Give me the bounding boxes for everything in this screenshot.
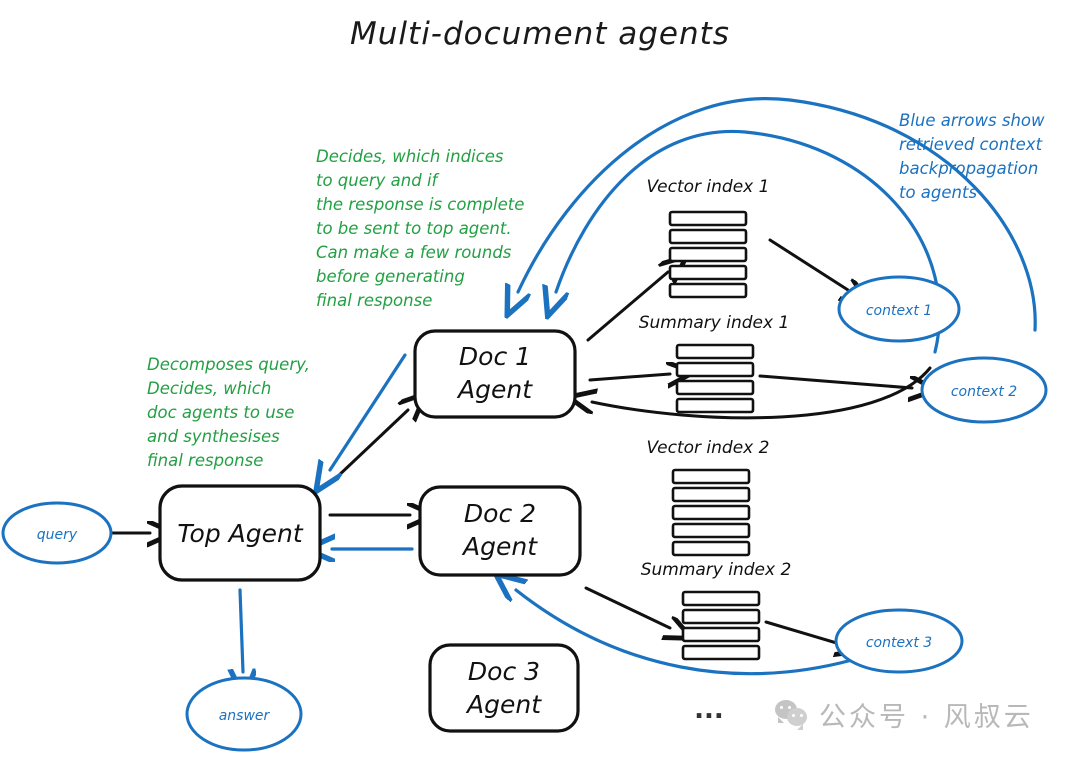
arrow-summary-index-2-to-context-3	[764, 620, 840, 644]
doc-agent-note-line-6: final response	[316, 291, 432, 310]
context-3-node[interactable]: context 3	[834, 608, 964, 674]
doc-2-agent-node[interactable]: Doc 2 Agent	[418, 485, 582, 577]
summary-index-2-label: Summary index 2	[641, 560, 792, 580]
answer-node[interactable]: answer	[185, 676, 303, 752]
top-agent-note-line-4: final response	[147, 451, 263, 470]
doc-3-agent-label-line2: Agent	[465, 690, 542, 719]
vector-index-1-node[interactable]: Vector index 1	[647, 177, 770, 299]
doc-agent-note-line-1: to query and if	[316, 171, 440, 190]
diagram-svg: Multi-document agents query answer conte…	[1, 16, 1048, 752]
watermark-text: 公众号 · 风叔云	[819, 702, 1034, 733]
vector-index-1-bars	[668, 210, 748, 299]
answer-label: answer	[219, 708, 271, 724]
doc-1-agent-label-line1: Doc 1	[459, 342, 531, 371]
doc-1-agent-node[interactable]: Doc 1 Agent	[413, 329, 577, 419]
blue-legend-line-0: Blue arrows show	[899, 111, 1045, 130]
arrow-vector-index-1-to-context-1	[768, 238, 848, 290]
context-2-label: context 2	[951, 384, 1017, 400]
watermark: 公众号 · 风叔云	[775, 695, 1034, 734]
vector-index-1-label: Vector index 1	[647, 177, 770, 197]
top-agent-note-line-2: doc agents to use	[147, 403, 294, 422]
top-agent-node[interactable]: Top Agent	[158, 484, 322, 582]
doc-2-agent-label-line2: Agent	[461, 532, 538, 561]
doc-3-agent-node[interactable]: Doc 3 Agent	[428, 643, 580, 733]
arrow-doc1-agent-to-top-agent	[330, 353, 407, 470]
doc-agent-note: Decides, which indices to query and if t…	[316, 147, 524, 310]
top-agent-note-line-0: Decomposes query,	[147, 355, 310, 374]
arrow-summary-index-1-to-context-2	[758, 374, 912, 388]
ellipsis-label: ...	[694, 695, 724, 725]
doc-3-agent-label-line1: Doc 3	[468, 657, 540, 686]
vector-index-2-bars	[671, 468, 751, 557]
doc-agent-note-line-3: to be sent to top agent.	[316, 219, 512, 238]
diagram-canvas: Multi-document agents query answer conte…	[0, 0, 1080, 764]
arrow-top-agent-to-answer	[240, 588, 243, 672]
top-agent-note-line-3: and synthesises	[147, 427, 280, 446]
summary-index-2-node[interactable]: Summary index 2	[641, 560, 792, 661]
summary-index-1-node[interactable]: Summary index 1	[639, 313, 790, 414]
vector-index-2-node[interactable]: Vector index 2	[647, 438, 770, 557]
wechat-icon	[775, 699, 809, 730]
page-title: Multi-document agents	[350, 16, 730, 52]
blue-legend-line-3: to agents	[899, 183, 977, 202]
blue-arrow-legend: Blue arrows show retrieved context backp…	[899, 111, 1045, 202]
doc-agent-note-line-4: Can make a few rounds	[316, 243, 512, 262]
top-agent-label: Top Agent	[177, 519, 303, 548]
summary-index-1-bars	[675, 343, 755, 414]
context-2-node[interactable]: context 2	[920, 356, 1048, 424]
top-agent-note-line-1: Decides, which	[147, 379, 271, 398]
query-label: query	[37, 527, 78, 543]
blue-legend-line-1: retrieved context	[899, 135, 1043, 154]
blue-legend-line-2: backpropagation	[899, 159, 1038, 178]
doc-agent-note-line-2: the response is complete	[316, 195, 524, 214]
context-3-label: context 3	[866, 635, 932, 651]
top-agent-note: Decomposes query, Decides, which doc age…	[147, 355, 310, 470]
arrow-doc2-agent-to-summary-index-2	[584, 586, 670, 628]
vector-index-2-label: Vector index 2	[647, 438, 770, 458]
context-1-node[interactable]: context 1	[837, 275, 961, 343]
doc-agent-note-line-0: Decides, which indices	[316, 147, 504, 166]
arrow-doc1-agent-to-summary-index-1	[588, 374, 670, 380]
doc-1-agent-label-line2: Agent	[456, 375, 533, 404]
doc-agent-note-line-5: before generating	[316, 267, 465, 286]
query-node[interactable]: query	[1, 501, 113, 565]
doc-2-agent-label-line1: Doc 2	[464, 499, 536, 528]
summary-index-1-label: Summary index 1	[639, 313, 790, 333]
summary-index-2-bars	[681, 590, 761, 661]
context-1-label: context 1	[866, 303, 932, 319]
